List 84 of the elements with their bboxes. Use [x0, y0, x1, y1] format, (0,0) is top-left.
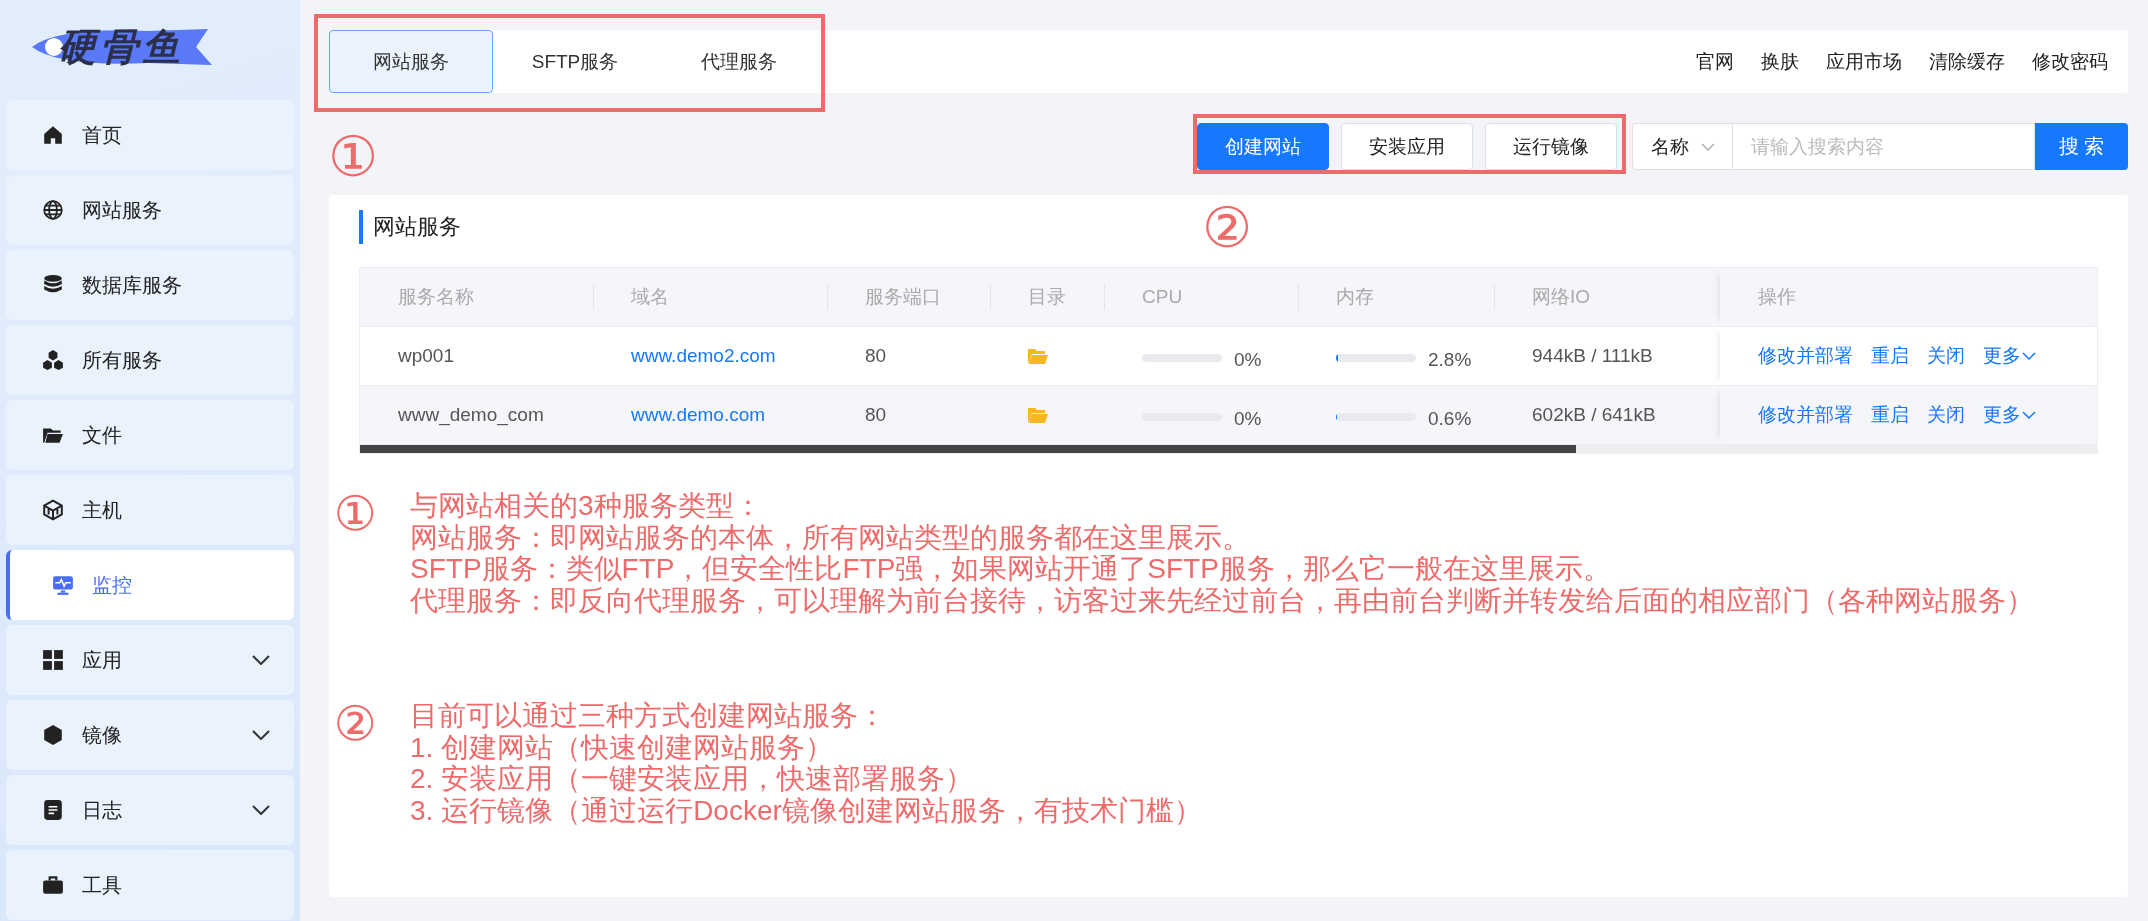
action-button[interactable]: 安装应用 [1341, 123, 1473, 170]
sidebar-item[interactable]: 工具 [6, 850, 294, 920]
callout-number: ① [328, 129, 379, 185]
search-button[interactable]: 搜 索 [2035, 123, 2128, 170]
chevron-down-icon [2022, 352, 2036, 360]
sidebar-item[interactable]: 主机 [6, 475, 294, 545]
sidebar-item[interactable]: 监控 [6, 550, 294, 620]
chevron-down-icon [252, 730, 270, 740]
cpu-reading: 0% [1234, 349, 1262, 371]
action-link[interactable]: 修改并部署 [1758, 402, 1853, 428]
sidebar-item[interactable]: 首页 [6, 100, 294, 170]
callout-number: ① [332, 490, 378, 542]
box-icon [42, 499, 64, 521]
sidebar-item[interactable]: 所有服务 [6, 325, 294, 395]
note-text: 3. 运行镜像（通过运行Docker镜像创建网站服务，有技术门槛） [410, 794, 1202, 826]
table-cell: 944kB / 111kB [1532, 345, 1653, 367]
sidebar-item[interactable]: 网站服务 [6, 175, 294, 245]
briefcase-icon [42, 874, 64, 896]
action-button[interactable]: 运行镜像 [1485, 123, 1617, 170]
chevron-down-icon [1700, 142, 1715, 151]
header-link[interactable]: 换肤 [1761, 48, 1799, 75]
sidebar-item[interactable]: 数据库服务 [6, 250, 294, 320]
cube-cluster-icon [42, 349, 64, 371]
column-header: CPU [1142, 286, 1183, 308]
memory-reading: 0.6% [1428, 408, 1472, 430]
column-header: 内存 [1336, 285, 1374, 309]
monitor-icon [52, 574, 74, 596]
globe-icon [42, 199, 64, 221]
chevron-down-icon [252, 655, 270, 665]
sidebar-item[interactable]: 日志 [6, 775, 294, 845]
note-text: 代理服务：即反向代理服务，可以理解为前台接待，访客过来先经过前台，再由前台判断并转发给后面的相应部门（各种网站服务） [410, 584, 2034, 616]
callout-number: ② [332, 700, 378, 752]
action-link[interactable]: 关闭 [1927, 343, 1965, 369]
domain-link[interactable]: www.demo.com [631, 404, 766, 426]
header-link[interactable]: 官网 [1696, 48, 1734, 75]
chevron-down-icon [252, 805, 270, 815]
table-cell: 80 [865, 345, 887, 367]
more-menu-link[interactable]: 更多 [1983, 402, 2036, 428]
note-text: 与网站相关的3种服务类型： [410, 490, 763, 522]
note-text: 1. 创建网站（快速创建网站服务） [410, 731, 835, 763]
column-header: 目录 [1028, 285, 1066, 309]
table-cell: 602kB / 641kB [1532, 404, 1656, 426]
tab[interactable]: 代理服务 [657, 30, 821, 93]
scrollbar[interactable] [360, 445, 2097, 453]
column-header: 操作 [1758, 285, 1796, 309]
note-text: SFTP服务：类似FTP，但安全性比FTP强，如果网站开通了SFTP服务，那么它一般在这里展示。 [410, 553, 1612, 585]
folder-icon[interactable] [1028, 407, 1048, 423]
header-link[interactable]: 应用市场 [1826, 48, 1902, 75]
home-icon [42, 124, 64, 146]
note-text: 目前可以通过三种方式创建网站服务： [410, 700, 887, 732]
action-link[interactable]: 修改并部署 [1758, 343, 1853, 369]
column-header: 服务名称 [398, 285, 474, 309]
column-header: 域名 [631, 285, 669, 309]
action-link[interactable]: 关闭 [1927, 402, 1965, 428]
column-header: 网络IO [1532, 285, 1591, 309]
table-cell: www_demo_com [398, 404, 544, 426]
tab[interactable]: 网站服务 [329, 30, 493, 93]
domain-link[interactable]: www.demo2.com [631, 345, 776, 367]
table-cell: 80 [865, 404, 887, 426]
note-text: 网站服务：即网站服务的本体，所有网站类型的服务都在这里展示。 [410, 521, 1251, 553]
callout-number: ② [1202, 200, 1253, 256]
action-button[interactable]: 创建网站 [1197, 123, 1329, 170]
memory-reading: 2.8% [1428, 349, 1472, 371]
action-link[interactable]: 重启 [1871, 343, 1909, 369]
more-menu-link[interactable]: 更多 [1983, 343, 2036, 369]
column-header: 服务端口 [865, 285, 941, 309]
table-cell: wp001 [398, 345, 454, 367]
chevron-down-icon [2022, 411, 2036, 419]
cube-icon [42, 724, 64, 746]
tab[interactable]: SFTP服务 [493, 30, 657, 93]
action-link[interactable]: 重启 [1871, 402, 1909, 428]
search-input[interactable]: 请输入搜索内容 [1733, 123, 2035, 170]
document-icon [42, 799, 64, 821]
logo: 硬骨鱼 [0, 0, 300, 95]
sidebar-item[interactable]: 应用 [6, 625, 294, 695]
header-link[interactable]: 修改密码 [2032, 48, 2108, 75]
search-field-select[interactable]: 名称 [1632, 123, 1733, 170]
cpu-reading: 0% [1234, 408, 1262, 430]
folder-icon[interactable] [1028, 348, 1048, 364]
sidebar-item[interactable]: 镜像 [6, 700, 294, 770]
header-link[interactable]: 清除缓存 [1929, 48, 2005, 75]
sidebar-item[interactable]: 文件 [6, 400, 294, 470]
grid-icon [42, 649, 64, 671]
note-text: 2. 安装应用（一键安装应用，快速部署服务） [410, 763, 975, 795]
